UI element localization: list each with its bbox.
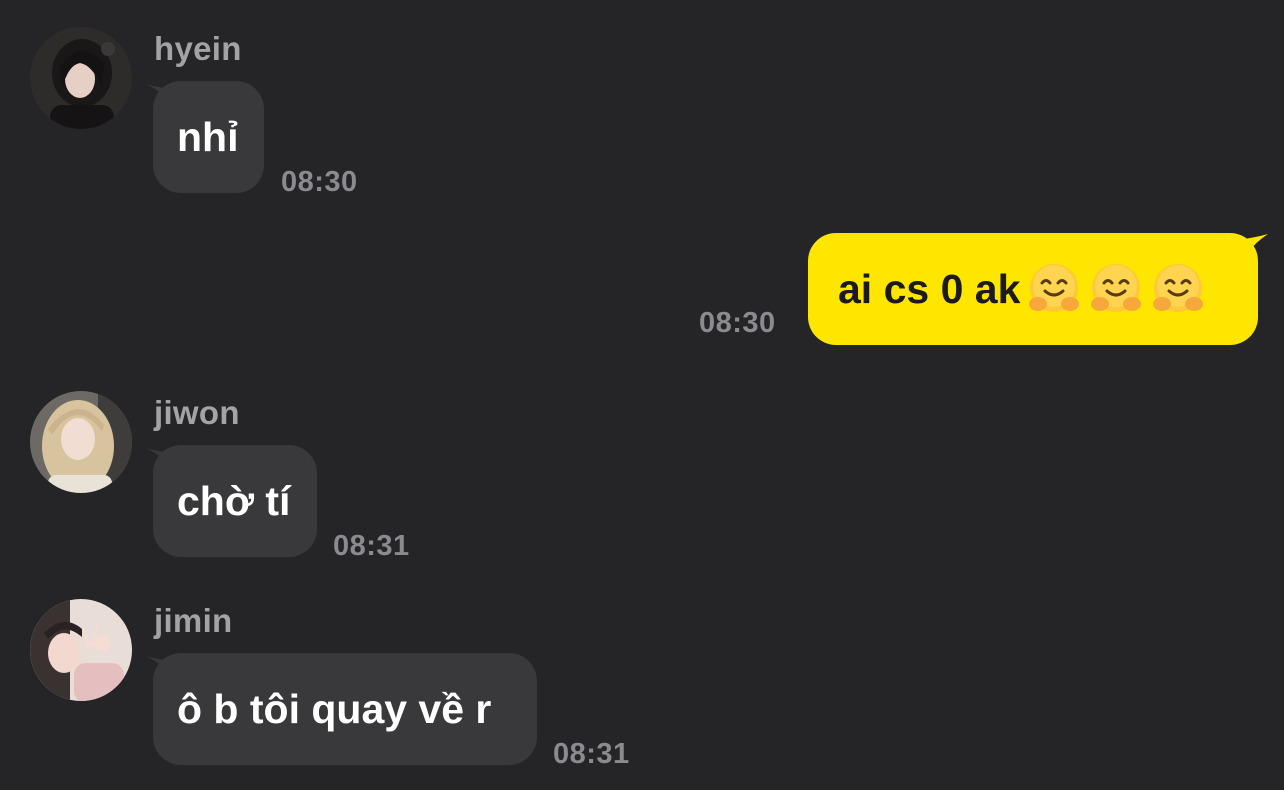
sender-name: hyein <box>154 30 242 67</box>
avatar-jimin[interactable] <box>30 599 132 701</box>
avatar-jiwon[interactable] <box>30 391 132 493</box>
message-text: nhỉ <box>177 114 239 160</box>
message-bubble-outgoing[interactable]: ai cs 0 ak <box>808 233 1258 345</box>
message-timestamp: 08:31 <box>333 530 410 562</box>
sender-name: jiwon <box>154 394 240 431</box>
message-bubble[interactable]: ô b tôi quay về r <box>153 653 537 765</box>
bubble-tail-outgoing <box>1236 234 1268 264</box>
message-text: chờ tí <box>177 478 291 524</box>
message-bubble[interactable]: chờ tí <box>153 445 317 557</box>
message-timestamp: 08:31 <box>553 738 630 770</box>
user-photo-icon <box>30 599 132 701</box>
user-photo-icon <box>30 27 132 129</box>
message-text: ai cs 0 ak <box>838 266 1021 312</box>
message-text: ô b tôi quay về r <box>177 686 492 732</box>
hugging-face-icon <box>1150 261 1206 317</box>
hugging-face-icon <box>1026 261 1082 317</box>
user-photo-icon <box>30 391 132 493</box>
chat-thread: hyein nhỉ 08:30 08:30 ai cs 0 ak jiwon c… <box>0 0 1284 790</box>
hugging-face-icon <box>1088 261 1144 317</box>
message-bubble[interactable]: nhỉ <box>153 81 264 193</box>
avatar-hyein[interactable] <box>30 27 132 129</box>
sender-name: jimin <box>154 602 233 639</box>
message-timestamp: 08:30 <box>699 307 776 339</box>
message-timestamp: 08:30 <box>281 166 358 198</box>
